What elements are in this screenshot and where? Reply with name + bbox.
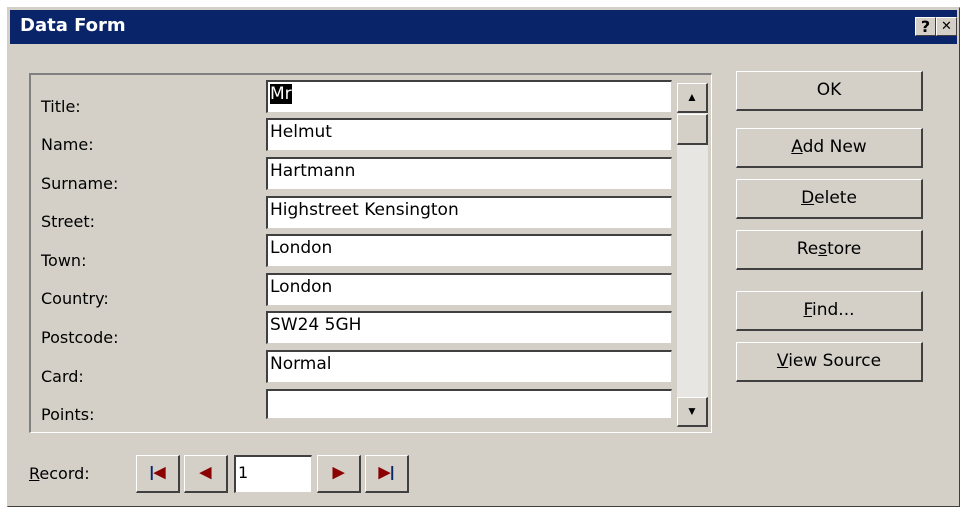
last-record-button[interactable]: ▶| <box>365 455 409 493</box>
scroll-up-arrow-icon: ▲ <box>686 90 698 104</box>
restore-label: Restore <box>796 239 862 259</box>
field-input-town[interactable]: London <box>266 234 672 267</box>
field-label-postcode: Postcode: <box>41 328 119 347</box>
field-input-name[interactable]: Helmut <box>266 118 672 151</box>
field-input-card[interactable]: Normal <box>266 350 672 383</box>
delete-button[interactable]: Delete <box>736 179 923 219</box>
field-label-country: Country: <box>41 289 109 308</box>
scroll-down-button[interactable]: ▼ <box>677 397 708 427</box>
field-label-name: Name: <box>41 135 94 154</box>
field-input-postcode[interactable]: SW24 5GH <box>266 311 672 344</box>
last-record-icon: ▶ <box>378 464 391 481</box>
title-bar: Data Form ? ✕ <box>10 10 957 44</box>
field-value-title: Mr <box>270 84 292 104</box>
view-source-label: View Source <box>776 351 882 371</box>
restore-button[interactable]: Restore <box>736 230 923 270</box>
close-button[interactable]: ✕ <box>936 17 957 36</box>
record-label: Record: <box>29 464 90 483</box>
add-new-label: Add New <box>791 137 867 157</box>
field-label-street: Street: <box>41 212 96 231</box>
field-label-surname: Surname: <box>41 174 119 193</box>
ok-label: OK <box>816 80 842 100</box>
field-input-country[interactable]: London <box>266 273 672 306</box>
field-input-surname[interactable]: Hartmann <box>266 157 672 190</box>
data-form-dialog: Data Form ? ✕ Title: Mr Name: Helmut Sur… <box>7 7 960 507</box>
ok-button[interactable]: OK <box>736 71 923 111</box>
field-label-title: Title: <box>41 97 81 116</box>
add-new-button[interactable]: Add New <box>736 128 923 168</box>
find-button[interactable]: Find... <box>736 291 923 331</box>
field-input-street[interactable]: Highstreet Kensington <box>266 196 672 229</box>
find-label: Find... <box>803 300 855 320</box>
field-input-title[interactable]: Mr <box>266 80 672 113</box>
scroll-down-arrow-icon: ▼ <box>686 404 698 418</box>
field-label-town: Town: <box>41 251 87 270</box>
window-title: Data Form <box>20 15 126 36</box>
previous-record-button[interactable]: ◀ <box>184 455 228 493</box>
scroll-up-button[interactable]: ▲ <box>677 83 708 113</box>
next-record-button[interactable]: ▶ <box>317 455 361 493</box>
scroll-thumb[interactable] <box>677 114 708 145</box>
record-number-input[interactable]: 1 <box>234 455 312 493</box>
field-input-points[interactable] <box>266 389 672 419</box>
field-label-points: Points: <box>41 405 95 424</box>
first-record-button[interactable]: |◀ <box>136 455 180 493</box>
vertical-scrollbar[interactable]: ▲ ▼ <box>677 83 708 427</box>
help-button[interactable]: ? <box>915 17 936 36</box>
next-record-icon: ▶ <box>332 464 345 481</box>
field-label-card: Card: <box>41 367 84 386</box>
previous-record-icon: ◀ <box>199 464 212 481</box>
delete-label: Delete <box>801 188 857 208</box>
fields-panel: Title: Mr Name: Helmut Surname: Hartmann… <box>29 73 712 433</box>
view-source-button[interactable]: View Source <box>736 342 923 382</box>
